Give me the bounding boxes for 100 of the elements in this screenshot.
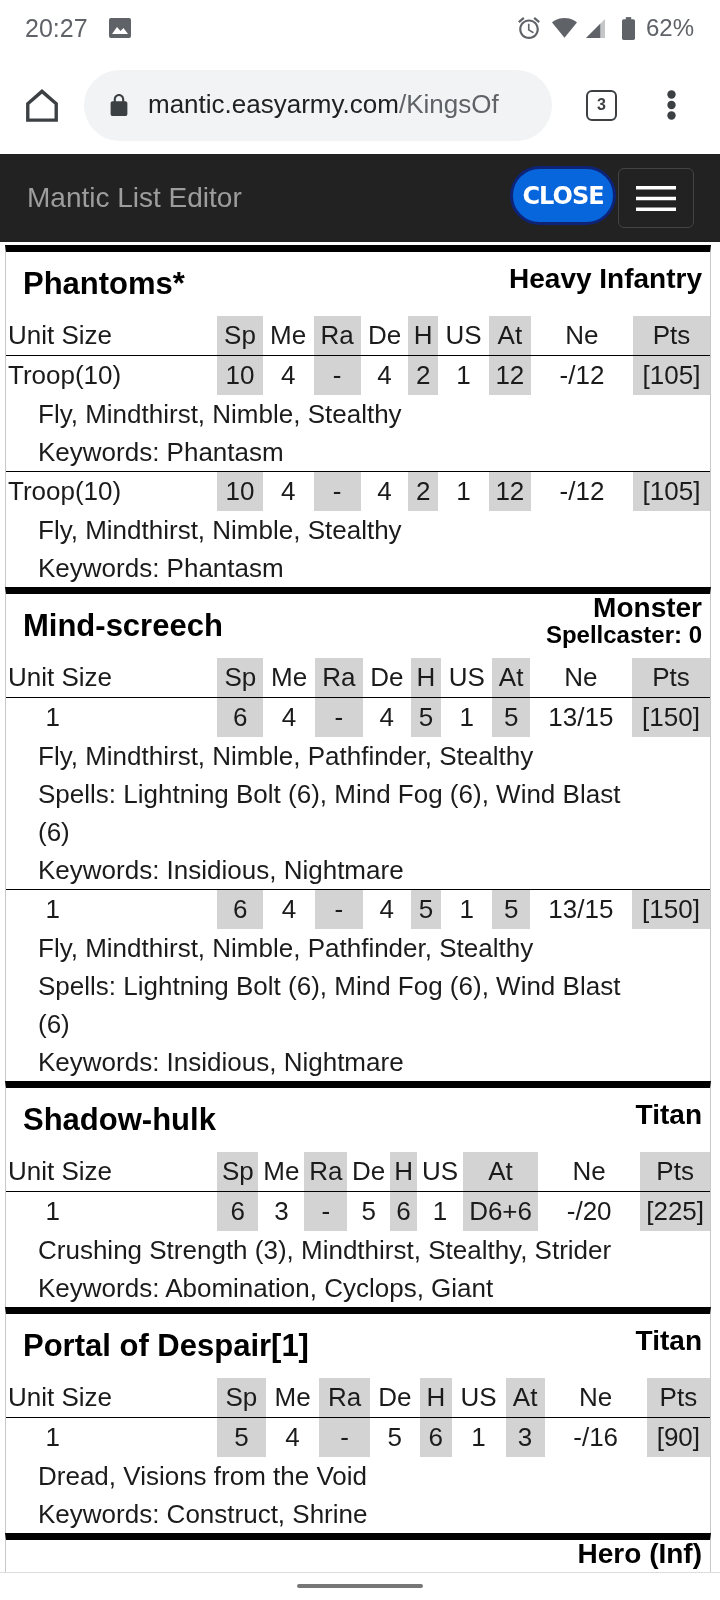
unit-note: Fly, Mindthirst, Nimble, Pathfinder, Stealthy: [38, 740, 535, 773]
stat-cell: 4: [362, 697, 411, 737]
stat-cell: 6: [217, 1191, 259, 1231]
stat-cell: -/16: [544, 1417, 647, 1457]
column-header: Unit Size: [6, 316, 218, 356]
stat-cell: 4: [360, 355, 409, 395]
stat-cell: -: [304, 1191, 348, 1231]
column-header: Ne: [530, 316, 633, 356]
stat-cell: 5: [347, 1191, 390, 1231]
column-header: Sp: [217, 1378, 266, 1418]
home-icon[interactable]: [26, 88, 58, 122]
stat-cell: 6: [419, 1417, 452, 1457]
stat-cell: 10: [217, 355, 263, 395]
stat-cell: -/12: [530, 471, 633, 511]
stat-cell: 4: [362, 889, 411, 929]
stat-cell: 2: [408, 355, 439, 395]
stat-cell: 5: [369, 1417, 420, 1457]
unit-note: Crushing Strength (3), Mindthirst, Stealthy, Strider: [38, 1234, 613, 1267]
alarm-clock-icon: [517, 17, 540, 39]
points-cell: [150]: [631, 889, 710, 929]
battery-icon: [621, 16, 635, 40]
unit-note: Fly, Mindthirst, Nimble, Stealthy: [38, 398, 403, 431]
stat-cell: -: [313, 471, 361, 511]
unit-type: Monster: [592, 594, 702, 622]
column-header: At: [463, 1152, 539, 1192]
column-header: Ne: [544, 1378, 647, 1418]
address-bar[interactable]: mantic.easyarmy.com/KingsOf: [84, 69, 552, 141]
stat-cell: -: [319, 1417, 370, 1457]
column-header: Pts: [633, 316, 710, 356]
stat-cell: 5: [492, 697, 530, 737]
column-header: H: [419, 1378, 452, 1418]
close-button[interactable]: CLOSE: [510, 166, 616, 225]
points-cell: [105]: [633, 471, 710, 511]
signal-icon: [585, 18, 605, 38]
unit-note: Keywords: Insidious, Nightmare: [38, 1046, 405, 1079]
stat-cell: -/20: [538, 1191, 641, 1231]
column-header: Sp: [217, 316, 263, 356]
column-header: US: [451, 1378, 506, 1418]
image-icon: [108, 18, 131, 38]
unit-note: Fly, Mindthirst, Nimble, Pathfinder, Stealthy: [38, 932, 535, 965]
stat-cell: 2: [408, 471, 439, 511]
column-header: At: [492, 658, 530, 698]
stat-cell: 1: [417, 1191, 463, 1231]
unit-note: Keywords: Abomination, Cyclops, Giant: [38, 1272, 495, 1305]
stat-cell: 5: [410, 697, 441, 737]
stat-cell: 4: [265, 1417, 320, 1457]
unit-note: Keywords: Phantasm: [38, 436, 285, 469]
column-header: US: [441, 658, 493, 698]
stat-cell: D6+6: [463, 1191, 539, 1231]
unit-type: Hero (Inf): [577, 1540, 702, 1568]
unit-name: Mind-screech: [22, 607, 223, 645]
stat-cell: 1: [441, 889, 493, 929]
menu-icon: [636, 185, 676, 211]
column-header: Ra: [313, 316, 361, 356]
stat-cell: 1: [441, 697, 493, 737]
stat-cell: 1: [451, 1417, 506, 1457]
stat-cell: 6: [217, 889, 264, 929]
column-header: H: [408, 316, 439, 356]
column-header: Unit Size: [6, 1152, 218, 1192]
stat-cell: -: [313, 355, 361, 395]
unit-name: Phantoms*: [22, 265, 185, 303]
more-menu-icon[interactable]: [667, 90, 676, 120]
stat-cell: 10: [217, 471, 263, 511]
stat-cell: 4: [360, 471, 409, 511]
stat-cell: 12: [488, 355, 531, 395]
unit-note: Keywords: Construct, Shrine: [38, 1498, 369, 1531]
gesture-handle[interactable]: [297, 1583, 423, 1588]
app-title[interactable]: Mantic List Editor: [27, 181, 242, 215]
stat-cell: 5: [492, 889, 530, 929]
stat-cell: 1: [438, 471, 489, 511]
column-header: Sp: [217, 1152, 259, 1192]
unit-note: Dread, Visions from the Void: [38, 1460, 369, 1493]
wifi-icon: [551, 18, 577, 38]
unit-size-text: 1: [44, 1421, 60, 1454]
unit-note: Keywords: Phantasm: [38, 552, 285, 585]
menu-button[interactable]: [618, 168, 694, 228]
stat-cell: 4: [263, 889, 315, 929]
column-header: Ne: [538, 1152, 641, 1192]
battery-percent: 62%: [645, 16, 694, 40]
stat-cell: 13/15: [529, 697, 632, 737]
column-header: Pts: [631, 658, 710, 698]
stat-cell: 6: [390, 1191, 418, 1231]
stat-cell: 4: [262, 355, 314, 395]
stat-cell: 3: [505, 1417, 545, 1457]
spellcaster-level: Spellcaster: 0: [545, 622, 702, 648]
unit-size-text: Troop(10): [8, 359, 122, 392]
column-header: Me: [262, 316, 314, 356]
column-header: Unit Size: [6, 1378, 218, 1418]
column-header: De: [360, 316, 409, 356]
lock-icon: [110, 94, 128, 116]
unit-note: Spells: Lightning Bolt (6), Mind Fog (6), Wind Blast (6): [38, 778, 622, 849]
column-header: Ra: [319, 1378, 370, 1418]
stat-cell: 1: [438, 355, 489, 395]
unit-name: Portal of Despair[1]: [22, 1327, 309, 1365]
column-header: At: [505, 1378, 545, 1418]
column-header: H: [390, 1152, 418, 1192]
tab-switcher-button[interactable]: 3: [586, 89, 617, 121]
points-cell: [105]: [633, 355, 710, 395]
stat-cell: 13/15: [529, 889, 632, 929]
stat-cell: -: [314, 889, 363, 929]
